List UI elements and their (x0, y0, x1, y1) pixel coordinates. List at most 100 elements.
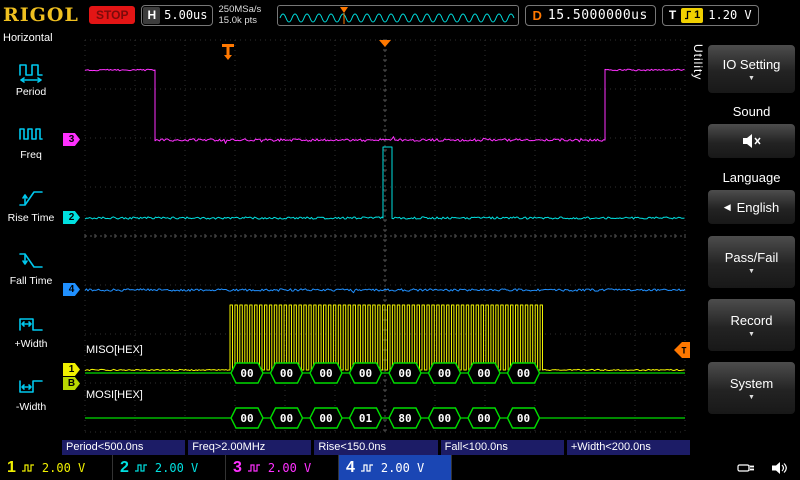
run-state-badge[interactable]: STOP (89, 6, 136, 24)
speaker-muted-icon (742, 134, 761, 148)
system-button[interactable]: System ▼ (707, 361, 796, 415)
svg-text:00: 00 (319, 412, 332, 425)
svg-text:00: 00 (398, 367, 411, 380)
chevron-down-icon: ▼ (748, 267, 755, 275)
record-label: Record (730, 312, 773, 328)
svg-text:00: 00 (517, 412, 530, 425)
coupling-icon (360, 463, 373, 472)
delay-label: D (532, 7, 542, 23)
channel-scale: 2.00 V (154, 460, 199, 475)
channel-scale: 2.00 V (380, 460, 425, 475)
plus-width-icon (19, 318, 43, 331)
svg-text:00: 00 (438, 412, 451, 425)
chevron-left-icon: ◀ (723, 201, 731, 212)
channel-number: 1 (7, 458, 16, 476)
channel-2-status[interactable]: 2 2.00 V (113, 455, 226, 480)
channel-number: 3 (233, 458, 242, 476)
acquisition-info: 250MSa/s 15.0k pts (219, 4, 271, 27)
channel-scale: 2.00 V (41, 460, 86, 475)
memory-depth: 15.0k pts (218, 15, 258, 26)
io-setting-button[interactable]: IO Setting ▼ (707, 44, 796, 94)
coupling-icon (21, 463, 34, 472)
svg-text:00: 00 (359, 367, 372, 380)
measurement-plus-width[interactable]: +Width<200.0ns (566, 440, 691, 455)
system-label: System (729, 375, 774, 391)
sidebar-title: Horizontal (3, 32, 53, 44)
menu-title: Utility (691, 44, 705, 81)
svg-text:00: 00 (280, 367, 293, 380)
sidebar-item-period[interactable]: Period (0, 48, 62, 111)
trigger-source: 1 (694, 9, 701, 21)
minus-width-icon (19, 380, 43, 393)
language-button[interactable]: ◀ English (707, 189, 796, 225)
svg-text:00: 00 (438, 367, 451, 380)
measurement-period[interactable]: Period<500.0ns (62, 440, 186, 455)
channel-status-bar: 1 2.00 V 2 2.00 V 3 2.00 V 4 2.00 V (0, 455, 800, 480)
waveform-preview[interactable] (276, 4, 519, 26)
timebase-value: 5.00us (164, 8, 208, 22)
chevron-down-icon: ▼ (748, 330, 755, 338)
sidebar-item-label: Fall Time (9, 274, 53, 287)
svg-text:00: 00 (319, 367, 332, 380)
sidebar-item-minus-width[interactable]: -Width (0, 363, 62, 426)
freq-icon (19, 128, 43, 140)
utility-menu: Utility IO Setting ▼ Sound Language ◀ En… (690, 30, 800, 440)
channel-number: 4 (346, 458, 355, 476)
svg-text:00: 00 (477, 367, 490, 380)
coupling-icon (247, 463, 260, 472)
measurement-freq[interactable]: Freq>2.00MHz (188, 440, 312, 455)
svg-text:01: 01 (359, 412, 373, 425)
h-label: H (143, 6, 161, 24)
pass-fail-button[interactable]: Pass/Fail ▼ (707, 235, 796, 289)
fall-time-icon (19, 253, 43, 268)
preview-wave-icon (279, 6, 514, 24)
sidebar-item-label: Freq (20, 148, 42, 161)
menu-column: IO Setting ▼ Sound Language ◀ English Pa… (705, 30, 800, 440)
horizontal-timebase-box[interactable]: H 5.00us (141, 4, 213, 26)
channel-3-status[interactable]: 3 2.00 V (226, 455, 339, 480)
sidebar-item-freq[interactable]: Freq (0, 111, 62, 174)
coupling-icon (134, 463, 147, 472)
rigol-logo: RIGOL (3, 4, 79, 26)
sidebar-item-label: +Width (14, 337, 48, 350)
sidebar-item-fall-time[interactable]: Fall Time (0, 237, 62, 300)
pass-fail-label: Pass/Fail (724, 249, 779, 265)
rise-time-icon (19, 191, 43, 206)
channel-4-status[interactable]: 4 2.00 V (339, 455, 452, 480)
channel-scale: 2.00 V (267, 460, 312, 475)
chevron-down-icon: ▼ (748, 393, 755, 401)
top-bar: RIGOL STOP H 5.00us 250MSa/s 15.0k pts D… (0, 0, 800, 30)
svg-text:00: 00 (240, 367, 253, 380)
io-setting-label: IO Setting (722, 56, 781, 72)
sidebar-item-rise-time[interactable]: Rise Time (0, 174, 62, 237)
channel-number: 2 (120, 458, 129, 476)
language-value: English (736, 199, 780, 215)
svg-text:00: 00 (477, 412, 490, 425)
usb-icon (737, 463, 754, 472)
speaker-icon (772, 461, 787, 474)
delay-value: 15.5000000us (547, 7, 648, 23)
miso-bus-label: MISO[HEX] (86, 344, 143, 356)
mosi-bus-label: MOSI[HEX] (86, 389, 143, 401)
sidebar-item-plus-width[interactable]: +Width (0, 300, 62, 363)
period-icon (19, 64, 43, 83)
measurement-bar: Period<500.0ns Freq>2.00MHz Rise<150.0ns… (62, 440, 691, 455)
horizontal-measure-sidebar: Horizontal Period Freq Rise Time Fall Ti… (0, 30, 62, 440)
language-label: Language (722, 170, 781, 185)
chevron-down-icon: ▼ (748, 74, 755, 82)
measurement-fall[interactable]: Fall<100.0ns (440, 440, 564, 455)
delay-readout[interactable]: D 15.5000000us (524, 4, 656, 26)
measurement-rise[interactable]: Rise<150.0ns (314, 440, 438, 455)
sidebar-item-label: Rise Time (7, 211, 55, 224)
trigger-readout[interactable]: T 1 1.20 V (661, 4, 759, 26)
record-button[interactable]: Record ▼ (707, 298, 796, 352)
status-icons (737, 455, 800, 480)
channel-1-status[interactable]: 1 2.00 V (0, 455, 113, 480)
sidebar-item-label: Period (15, 85, 47, 98)
sound-button[interactable] (707, 123, 796, 159)
trigger-source-chip: 1 (681, 7, 704, 23)
rising-edge-icon (685, 10, 692, 20)
svg-text:00: 00 (280, 412, 293, 425)
sidebar-item-label: -Width (15, 400, 47, 413)
trigger-level: 1.20 V (708, 8, 752, 22)
